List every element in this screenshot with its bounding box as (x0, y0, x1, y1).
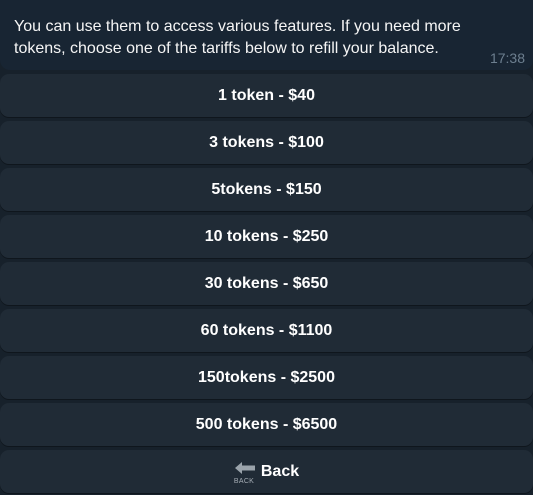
back-button-label: Back (260, 462, 300, 480)
tariff-button-60-tokens[interactable]: 60 tokens - $1100 (0, 309, 533, 352)
tariff-button-label: 5tokens - $150 (211, 180, 322, 198)
tariff-button-150-tokens[interactable]: 150tokens - $2500 (0, 356, 533, 399)
tariff-button-label: 500 tokens - $6500 (195, 415, 338, 433)
bot-message-bubble: You can use them to access various featu… (0, 0, 533, 70)
tariff-button-1-token[interactable]: 1 token - $40 (0, 74, 533, 117)
back-button[interactable]: BACK Back (0, 450, 533, 493)
tariff-button-label: 30 tokens - $650 (204, 274, 329, 292)
inline-keyboard: 1 token - $40 3 tokens - $100 5tokens - … (0, 74, 533, 495)
tariff-button-label: 1 token - $40 (218, 86, 315, 104)
tariff-button-label: 150tokens - $2500 (198, 368, 335, 386)
tariff-button-5-tokens[interactable]: 5tokens - $150 (0, 168, 533, 211)
back-icon-caption: BACK (233, 477, 255, 485)
tariff-button-label: 3 tokens - $100 (209, 133, 324, 151)
chat-view: You can use them to access various featu… (0, 0, 533, 495)
tariff-button-500-tokens[interactable]: 500 tokens - $6500 (0, 403, 533, 446)
back-arrow-icon: BACK (233, 461, 258, 485)
message-text: You can use them to access various featu… (14, 18, 461, 57)
tariff-button-30-tokens[interactable]: 30 tokens - $650 (0, 262, 533, 305)
tariff-button-10-tokens[interactable]: 10 tokens - $250 (0, 215, 533, 258)
tariff-button-3-tokens[interactable]: 3 tokens - $100 (0, 121, 533, 164)
tariff-button-label: 10 tokens - $250 (204, 227, 329, 245)
message-timestamp: 17:38 (489, 50, 525, 66)
tariff-button-label: 60 tokens - $1100 (200, 321, 333, 339)
